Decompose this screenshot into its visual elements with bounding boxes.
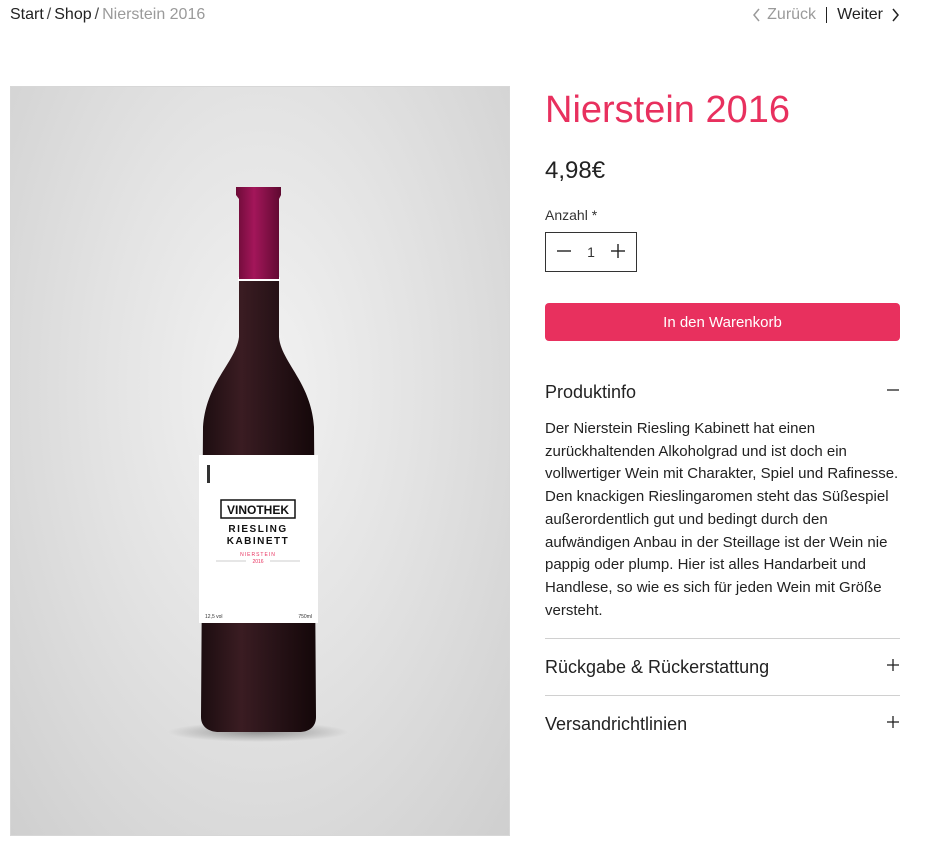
accordion-title: Versandrichtlinien: [545, 713, 688, 734]
next-product-link[interactable]: Weiter: [837, 6, 900, 24]
accordion-item-produktinfo: Produktinfo Der Nierstein Riesling Kabin…: [545, 378, 900, 640]
bottle-label-line1: RIESLING: [228, 524, 287, 535]
product-pager: Zurück Weiter: [752, 6, 900, 24]
breadcrumb-current: Nierstein 2016: [102, 6, 206, 23]
decrease-quantity-button[interactable]: [554, 242, 574, 262]
quantity-stepper: 1: [545, 232, 637, 272]
accordion-header-shipping[interactable]: Versandrichtlinien: [545, 696, 900, 752]
accordion-item-shipping: Versandrichtlinien: [545, 696, 900, 752]
quantity-label-text: Anzahl: [545, 207, 588, 223]
minus-icon: [886, 383, 900, 402]
wine-bottle-image: VINOTHEK RIESLING KABINETT NIERSTEIN 201…: [168, 187, 348, 742]
next-label: Weiter: [837, 6, 883, 23]
breadcrumb-shop-link[interactable]: Shop: [54, 6, 91, 23]
prev-label: Zurück: [767, 6, 817, 23]
bottle-brand-text: VINOTHEK: [227, 503, 289, 517]
increase-quantity-button[interactable]: [608, 242, 628, 262]
add-to-cart-button[interactable]: In den Warenkorb: [545, 303, 900, 341]
minus-icon: [556, 243, 572, 262]
pager-divider: [826, 7, 828, 23]
required-mark: *: [591, 207, 598, 223]
accordion-title: Rückgabe & Rückerstattung: [545, 656, 770, 677]
quantity-label: Anzahl *: [545, 207, 900, 223]
breadcrumb-separator: /: [46, 6, 52, 23]
bottle-label-year: 2016: [252, 559, 263, 565]
chevron-right-icon: [891, 8, 900, 22]
plus-icon: [886, 658, 900, 677]
accordion-item-returns: Rückgabe & Rückerstattung: [545, 639, 900, 697]
bottle-label-region: NIERSTEIN: [240, 552, 276, 558]
bottle-label-abv: 12,5 vol: [205, 614, 223, 620]
plus-icon: [610, 243, 626, 262]
product-price: 4,98€: [545, 157, 606, 184]
chevron-left-icon: [752, 8, 761, 22]
breadcrumb-separator: /: [94, 6, 100, 23]
accordion-title: Produktinfo: [545, 381, 637, 402]
bottle-label-volume: 750ml: [298, 614, 312, 620]
accordion-header-produktinfo[interactable]: Produktinfo: [545, 378, 900, 406]
accordion-header-returns[interactable]: Rückgabe & Rückerstattung: [545, 639, 900, 695]
product-title: Nierstein 2016: [545, 89, 791, 131]
product-accordion: Produktinfo Der Nierstein Riesling Kabin…: [545, 378, 900, 752]
quantity-value[interactable]: 1: [587, 244, 595, 260]
bottle-label-line2: KABINETT: [227, 536, 290, 547]
breadcrumb: Start / Shop / Nierstein 2016: [10, 6, 205, 24]
plus-icon: [886, 715, 900, 734]
product-image[interactable]: VINOTHEK RIESLING KABINETT NIERSTEIN 201…: [10, 86, 510, 836]
product-description: Der Nierstein Riesling Kabinett hat eine…: [545, 420, 899, 619]
product-info: Nierstein 2016 4,98€ Anzahl * 1 In den W…: [545, 86, 900, 752]
breadcrumb-start-link[interactable]: Start: [10, 6, 44, 23]
prev-product-link[interactable]: Zurück: [752, 6, 816, 24]
